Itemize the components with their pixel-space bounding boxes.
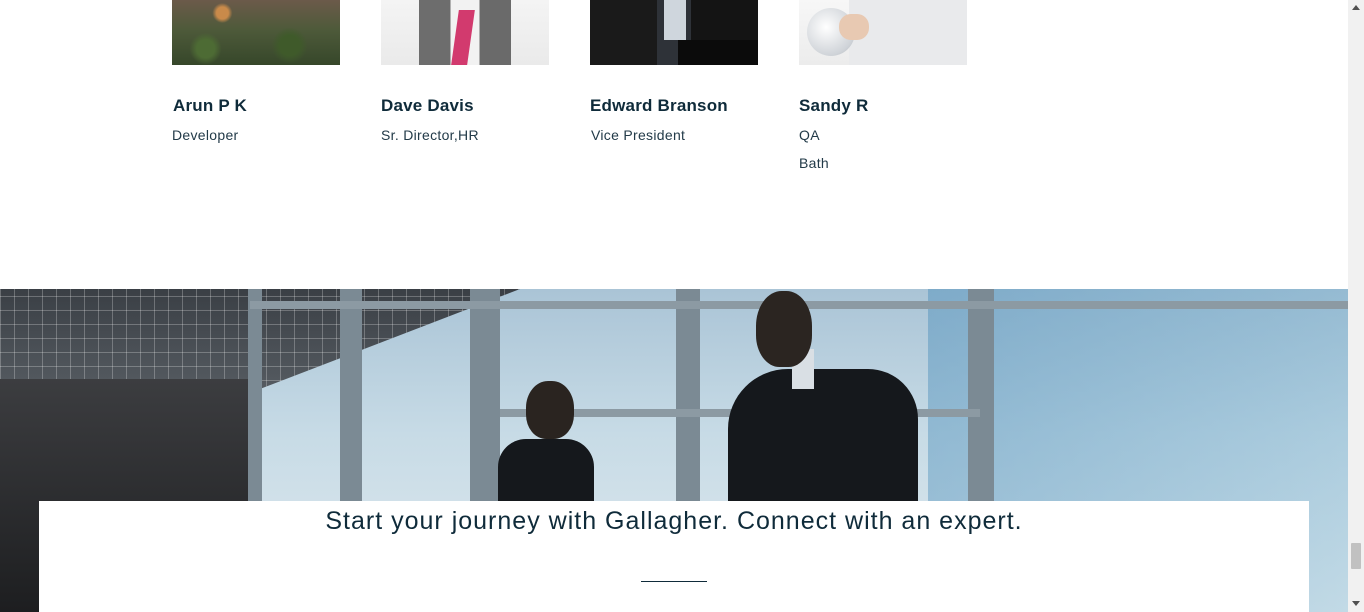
- team-member-role: Sr. Director,HR: [381, 127, 479, 143]
- team-card-sandy[interactable]: Sandy R QA Bath: [799, 0, 967, 171]
- photo-detail-laptop: [678, 40, 758, 65]
- scroll-down-arrow-icon[interactable]: [1348, 596, 1364, 612]
- team-member-name: Edward Branson: [590, 96, 728, 115]
- team-member-role: QA: [799, 127, 820, 143]
- team-card-edward[interactable]: Edward Branson Vice President: [590, 0, 758, 143]
- cta-panel: Start your journey with Gallagher. Conne…: [39, 501, 1309, 612]
- team-member-role: Developer: [172, 127, 239, 143]
- team-card-dave[interactable]: Dave Davis Sr. Director,HR: [381, 0, 549, 143]
- team-member-photo[interactable]: [381, 0, 549, 65]
- vertical-scrollbar[interactable]: [1348, 0, 1364, 612]
- photo-detail-shirt: [664, 0, 686, 40]
- cta-heading: Start your journey with Gallagher. Conne…: [325, 507, 1023, 535]
- hero-person-right-head: [756, 291, 812, 367]
- team-member-name: Sandy R: [799, 96, 869, 115]
- team-member-photo[interactable]: [799, 0, 967, 65]
- team-member-photo[interactable]: [172, 0, 340, 65]
- team-member-name: Dave Davis: [381, 96, 474, 115]
- cta-divider: [641, 581, 707, 582]
- scrollbar-thumb[interactable]: [1351, 543, 1361, 569]
- team-member-photo[interactable]: [590, 0, 758, 65]
- hero-person-left-head: [526, 381, 574, 439]
- team-member-location: Bath: [799, 155, 829, 171]
- page: Arun P K Developer Dave Davis Sr. Direct…: [0, 0, 1348, 612]
- scroll-up-arrow-icon[interactable]: [1348, 0, 1364, 16]
- team-card-arun[interactable]: Arun P K Developer: [172, 0, 340, 143]
- team-member-name: Arun P K: [173, 96, 248, 115]
- team-member-role: Vice President: [591, 127, 686, 143]
- photo-detail-hand: [839, 14, 869, 40]
